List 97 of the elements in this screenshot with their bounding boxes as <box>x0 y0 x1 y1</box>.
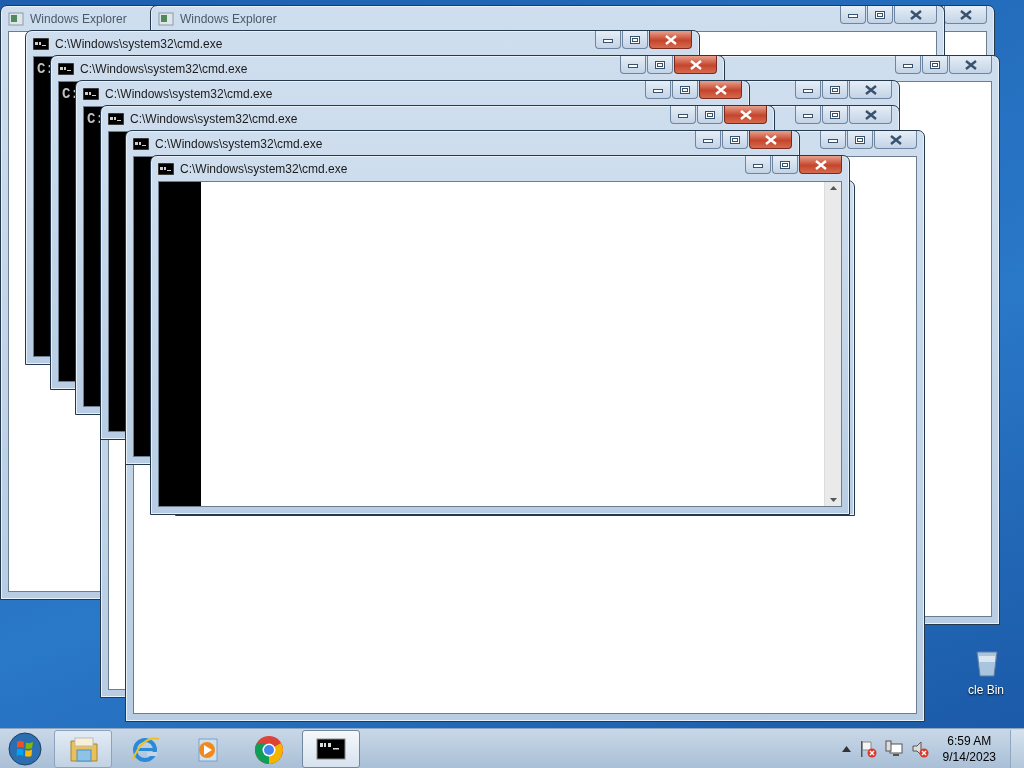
windows-logo-icon <box>8 731 42 766</box>
close-icon <box>889 134 902 145</box>
speaker-muted-icon <box>910 739 929 758</box>
close-icon <box>909 9 922 20</box>
show-hidden-icons-icon <box>841 745 851 752</box>
maximize-icon <box>705 110 715 119</box>
console-icon <box>108 112 124 125</box>
close-icon <box>814 159 827 170</box>
window-title: C:\Windows\system32\cmd.exe <box>105 85 273 103</box>
taskbar-button[interactable] <box>302 729 360 768</box>
clock-date[interactable]: 9/14/2023 <box>942 748 996 765</box>
maximize-icon <box>630 35 640 44</box>
console-icon <box>33 37 49 50</box>
maximize-icon <box>875 10 885 19</box>
minimize-icon <box>803 111 813 118</box>
minimize-button[interactable] <box>795 106 821 124</box>
maximize-icon <box>930 60 940 69</box>
minimize-button[interactable] <box>620 56 646 74</box>
close-button[interactable] <box>749 131 792 149</box>
scroll-up-icon <box>829 186 837 190</box>
maximize-button[interactable] <box>822 106 848 124</box>
minimize-icon <box>848 11 858 18</box>
console-icon <box>158 162 174 175</box>
minimize-icon <box>753 161 763 168</box>
close-icon <box>664 34 677 45</box>
minimize-button[interactable] <box>745 156 771 174</box>
maximize-button[interactable] <box>867 6 893 24</box>
window-icon <box>158 11 174 26</box>
window-title: C:\Windows\system32\cmd.exe <box>155 135 323 153</box>
window-title: Windows Explorer <box>180 10 277 28</box>
maximize-button[interactable] <box>647 56 673 74</box>
maximize-icon <box>655 60 665 69</box>
close-icon <box>714 84 727 95</box>
window-title: C:\Windows\system32\cmd.exe <box>55 35 223 53</box>
maximize-button[interactable] <box>772 156 798 174</box>
minimize-button[interactable] <box>645 81 671 99</box>
scroll-down-icon <box>829 498 837 502</box>
close-button[interactable] <box>799 156 842 174</box>
minimize-button[interactable] <box>820 131 846 149</box>
close-icon <box>864 109 877 120</box>
maximize-button[interactable] <box>672 81 698 99</box>
close-button[interactable] <box>849 81 892 99</box>
maximize-icon <box>780 160 790 169</box>
close-icon <box>964 59 977 70</box>
flag-error-icon <box>858 739 877 758</box>
close-icon <box>864 84 877 95</box>
recycle-bin-icon <box>974 648 1000 678</box>
close-button[interactable] <box>949 56 992 74</box>
window-title: Windows Explorer <box>30 10 127 28</box>
minimize-button[interactable] <box>595 31 621 49</box>
desktop-icon-label[interactable]: cle Bin <box>968 681 1005 699</box>
maximize-icon <box>855 135 865 144</box>
close-button[interactable] <box>849 106 892 124</box>
close-button[interactable] <box>874 131 917 149</box>
close-button[interactable] <box>674 56 717 74</box>
close-icon <box>764 134 777 145</box>
minimize-icon <box>628 61 638 68</box>
close-button[interactable] <box>724 106 767 124</box>
close-icon <box>689 59 702 70</box>
minimize-icon <box>803 86 813 93</box>
maximize-button[interactable] <box>722 131 748 149</box>
console-icon <box>83 87 99 100</box>
minimize-button[interactable] <box>840 6 866 24</box>
minimize-icon <box>903 61 913 68</box>
maximize-icon <box>730 135 740 144</box>
close-button[interactable] <box>649 31 692 49</box>
maximize-button[interactable] <box>697 106 723 124</box>
minimize-button[interactable] <box>795 81 821 99</box>
clock-time[interactable]: 6:59 AM <box>942 732 996 749</box>
maximize-icon <box>680 85 690 94</box>
minimize-button[interactable] <box>670 106 696 124</box>
network-icon <box>884 739 903 758</box>
minimize-icon <box>653 86 663 93</box>
minimize-icon <box>603 36 613 43</box>
window-icon <box>8 11 24 26</box>
close-icon <box>959 9 972 20</box>
minimize-icon <box>703 136 713 143</box>
close-icon <box>739 109 752 120</box>
window-title: C:\Windows\system32\cmd.exe <box>80 60 248 78</box>
close-button[interactable] <box>699 81 742 99</box>
minimize-icon <box>828 136 838 143</box>
maximize-button[interactable] <box>922 56 948 74</box>
maximize-button[interactable] <box>822 81 848 99</box>
close-button[interactable] <box>894 6 937 24</box>
maximize-button[interactable] <box>622 31 648 49</box>
maximize-button[interactable] <box>847 131 873 149</box>
scrollbar[interactable] <box>824 182 841 506</box>
minimize-icon <box>678 111 688 118</box>
console-icon <box>133 137 149 150</box>
minimize-button[interactable] <box>695 131 721 149</box>
console-icon <box>58 62 74 75</box>
close-button[interactable] <box>944 6 987 24</box>
window-title: C:\Windows\system32\cmd.exe <box>130 110 298 128</box>
minimize-button[interactable] <box>895 56 921 74</box>
maximize-icon <box>830 85 840 94</box>
maximize-icon <box>830 110 840 119</box>
window-title: C:\Windows\system32\cmd.exe <box>180 160 348 178</box>
